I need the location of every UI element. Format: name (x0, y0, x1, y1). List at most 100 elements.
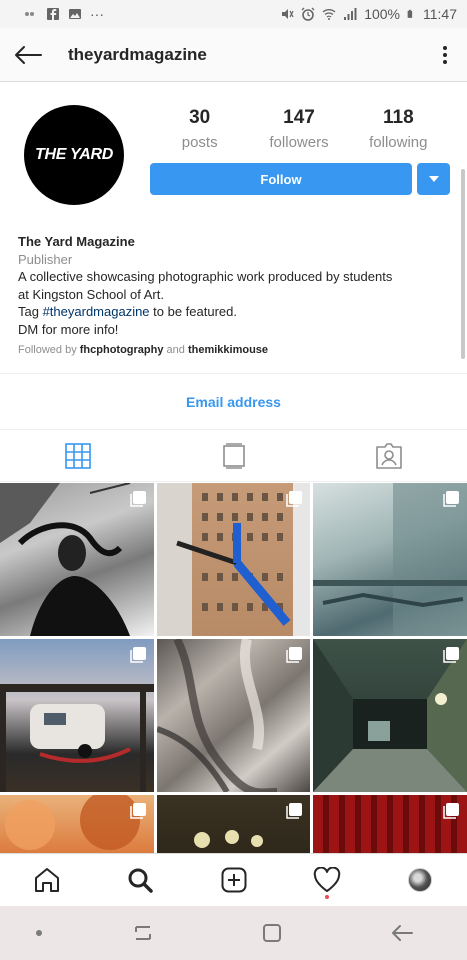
nav-activity[interactable] (280, 854, 373, 905)
followed-by[interactable]: Followed by fhcphotography and themikkim… (18, 342, 448, 360)
home-icon (34, 867, 59, 892)
follow-button[interactable]: Follow (150, 163, 412, 195)
clock: 11:47 (423, 6, 457, 22)
following-label: following (369, 134, 428, 151)
grid-post[interactable] (313, 639, 467, 792)
options-menu-button[interactable] (423, 28, 467, 82)
battery-percent: 100% (364, 6, 400, 22)
status-right-icons: 100% 11:47 (280, 6, 457, 22)
grid-post[interactable] (0, 639, 154, 792)
bio-line-4: DM for more info! (18, 321, 119, 337)
home-square-icon (263, 924, 282, 942)
followers-count: 147 (283, 107, 315, 128)
nav-add-post[interactable] (187, 854, 280, 905)
notification-dot (324, 895, 329, 899)
grid-post[interactable] (0, 483, 154, 636)
dot-icon (35, 930, 42, 936)
tagged-icon (376, 442, 402, 469)
search-icon (128, 868, 153, 893)
stat-followers[interactable]: 147 followers (249, 107, 348, 151)
grid-post[interactable] (0, 795, 154, 853)
header-username: theyardmagazine (68, 44, 207, 64)
email-address-button[interactable]: Email address (186, 394, 281, 410)
profile-bio: The Yard Magazine Publisher A collective… (18, 233, 448, 360)
vertical-dots-icon (443, 45, 447, 64)
system-back-button[interactable] (337, 906, 467, 960)
signal-icon (344, 8, 357, 20)
followers-label: followers (269, 134, 329, 151)
suggested-dropdown-button[interactable] (417, 163, 450, 195)
chevron-down-icon (428, 176, 439, 182)
scrollbar[interactable] (461, 169, 465, 359)
mute-icon (282, 9, 294, 19)
follow-actions: Follow (150, 163, 450, 195)
multiple-photos-icon (286, 803, 302, 819)
nav-home[interactable] (0, 854, 93, 905)
followed-by-and: and (163, 344, 188, 356)
recents-icon (134, 926, 151, 940)
nav-search[interactable] (93, 854, 186, 905)
facebook-icon (47, 8, 59, 20)
posts-count: 30 (189, 107, 211, 128)
multiple-photos-icon (443, 647, 459, 663)
grid-post[interactable] (157, 795, 310, 853)
nav-profile[interactable] (374, 854, 467, 905)
multiple-photos-icon (286, 491, 302, 507)
posts-label: posts (181, 134, 218, 151)
following-count: 118 (382, 107, 414, 128)
back-button[interactable] (0, 28, 56, 82)
activity-heart-icon (313, 866, 341, 892)
multiple-photos-icon (130, 647, 146, 663)
posts-grid (0, 483, 467, 853)
stat-posts[interactable]: 30 posts (150, 107, 249, 151)
feed-icon (222, 442, 245, 469)
followed-by-prefix: Followed by (18, 344, 80, 356)
wifi-icon (322, 9, 336, 20)
profile-header: theyardmagazine (0, 28, 467, 82)
bio-tag-prefix: Tag (18, 304, 43, 319)
status-bar: ··· 100% 11:47 (0, 0, 467, 28)
add-post-icon (221, 867, 247, 892)
system-back-icon (392, 925, 414, 941)
bio-category: Publisher (18, 251, 73, 267)
back-arrow-icon (15, 45, 42, 64)
profile-tabs (0, 430, 467, 482)
battery-icon (407, 9, 413, 18)
gallery-icon (69, 9, 81, 19)
contact-row: Email address (0, 373, 467, 430)
multiple-photos-icon (130, 803, 146, 819)
system-dot-button[interactable] (0, 906, 78, 960)
status-left-icons: ··· (24, 6, 104, 22)
tab-tagged[interactable] (311, 430, 467, 481)
bio-name: The Yard Magazine (18, 234, 135, 249)
bio-line-3: Tag #theyardmagazine to be featured. (18, 303, 448, 321)
grid-post[interactable] (313, 483, 467, 636)
multiple-photos-icon (443, 491, 459, 507)
grid-icon (65, 442, 91, 469)
avatar-logo-text: THE YARD (35, 146, 113, 163)
system-home-button[interactable] (208, 906, 338, 960)
bottom-navigation (0, 853, 467, 905)
bio-line-2: at Kingston School of Art. (18, 286, 164, 302)
profile-stats: 30 posts 147 followers 118 following (150, 107, 448, 151)
tab-grid[interactable] (0, 430, 156, 481)
profile-section: THE YARD 30 posts 147 followers 118 foll… (0, 83, 467, 373)
grid-post[interactable] (313, 795, 467, 853)
stat-following[interactable]: 118 following (349, 107, 448, 151)
more-dots-icon: ··· (90, 6, 104, 22)
tab-feed[interactable] (156, 430, 312, 481)
grid-post[interactable] (157, 483, 310, 636)
system-recents-button[interactable] (78, 906, 208, 960)
multiple-photos-icon (286, 647, 302, 663)
bio-line-1: A collective showcasing photographic wor… (18, 269, 393, 284)
notification-dots-icon (25, 12, 34, 16)
profile-avatar[interactable]: THE YARD (24, 105, 124, 205)
multiple-photos-icon (130, 491, 146, 507)
followed-by-user-2: themikkimouse (187, 344, 269, 356)
alarm-icon (301, 7, 315, 21)
profile-avatar-thumb (408, 867, 433, 892)
multiple-photos-icon (443, 803, 459, 819)
hashtag-link[interactable]: #theyardmagazine (43, 304, 150, 319)
followed-by-user-1: fhcphotography (79, 344, 164, 356)
grid-post[interactable] (157, 639, 310, 792)
